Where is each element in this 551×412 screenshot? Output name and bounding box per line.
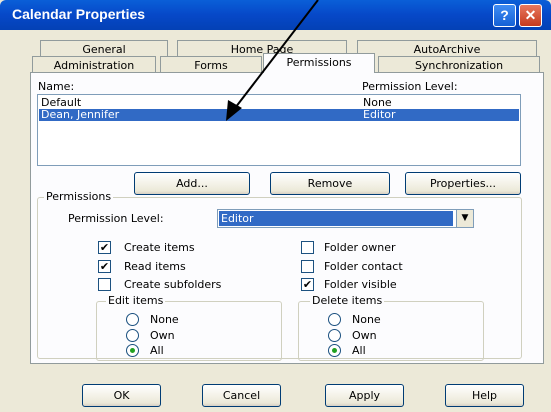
list-item-name: Dean, Jennifer <box>41 108 120 121</box>
delete-none-radio[interactable] <box>328 313 341 326</box>
add-button[interactable]: Add... <box>134 172 250 195</box>
permission-level-value: Editor <box>219 211 453 226</box>
properties-button[interactable]: Properties... <box>405 172 521 195</box>
edit-items-group <box>96 301 282 361</box>
create-subfolders-checkbox[interactable] <box>98 278 111 291</box>
edit-none-radio[interactable] <box>126 313 139 326</box>
help-button[interactable]: Help <box>445 384 524 407</box>
dialog-title: Calendar Properties <box>12 6 146 22</box>
folder-owner-checkbox[interactable] <box>301 241 314 254</box>
permission-level-select[interactable]: Editor ▼ <box>217 209 474 228</box>
read-items-label: Read items <box>124 260 186 273</box>
list-item-selected[interactable]: Dean, Jennifer Editor <box>39 109 519 121</box>
permissions-group-label: Permissions <box>44 190 114 203</box>
delete-none-label: None <box>352 313 381 326</box>
chevron-down-icon[interactable]: ▼ <box>456 210 473 227</box>
read-items-checkbox[interactable]: ✔ <box>98 260 111 273</box>
permission-level-label: Permission Level: <box>68 212 164 225</box>
create-items-label: Create items <box>124 241 195 254</box>
folder-contact-checkbox[interactable] <box>301 260 314 273</box>
tab-permissions[interactable]: Permissions <box>263 53 375 73</box>
permission-level-header: Permission Level: <box>362 80 458 93</box>
delete-all-label: All <box>352 344 366 357</box>
remove-button[interactable]: Remove <box>270 172 390 195</box>
title-bar[interactable]: Calendar Properties ? ✕ <box>0 0 551 30</box>
delete-own-label: Own <box>352 329 377 342</box>
calendar-properties-dialog: Calendar Properties ? ✕ General Home Pag… <box>0 0 551 412</box>
create-items-checkbox[interactable]: ✔ <box>98 241 111 254</box>
create-subfolders-label: Create subfolders <box>124 278 222 291</box>
delete-items-label: Delete items <box>310 294 385 307</box>
ok-button[interactable]: OK <box>82 384 161 407</box>
delete-own-radio[interactable] <box>328 329 341 342</box>
edit-own-label: Own <box>150 329 175 342</box>
apply-button[interactable]: Apply <box>325 384 404 407</box>
folder-visible-checkbox[interactable]: ✔ <box>301 278 314 291</box>
delete-all-radio[interactable] <box>328 344 341 357</box>
edit-none-label: None <box>150 313 179 326</box>
name-header: Name: <box>38 80 75 93</box>
delete-items-group <box>298 301 484 361</box>
help-title-button[interactable]: ? <box>493 4 516 27</box>
cancel-button[interactable]: Cancel <box>202 384 281 407</box>
close-button[interactable]: ✕ <box>519 4 542 27</box>
folder-visible-label: Folder visible <box>324 278 397 291</box>
edit-items-label: Edit items <box>106 294 166 307</box>
edit-own-radio[interactable] <box>126 329 139 342</box>
folder-contact-label: Folder contact <box>324 260 403 273</box>
list-item-level: Editor <box>363 108 396 121</box>
edit-all-label: All <box>150 344 164 357</box>
edit-all-radio[interactable] <box>126 344 139 357</box>
folder-owner-label: Folder owner <box>324 241 396 254</box>
user-list[interactable]: Default None Dean, Jennifer Editor <box>37 94 521 166</box>
